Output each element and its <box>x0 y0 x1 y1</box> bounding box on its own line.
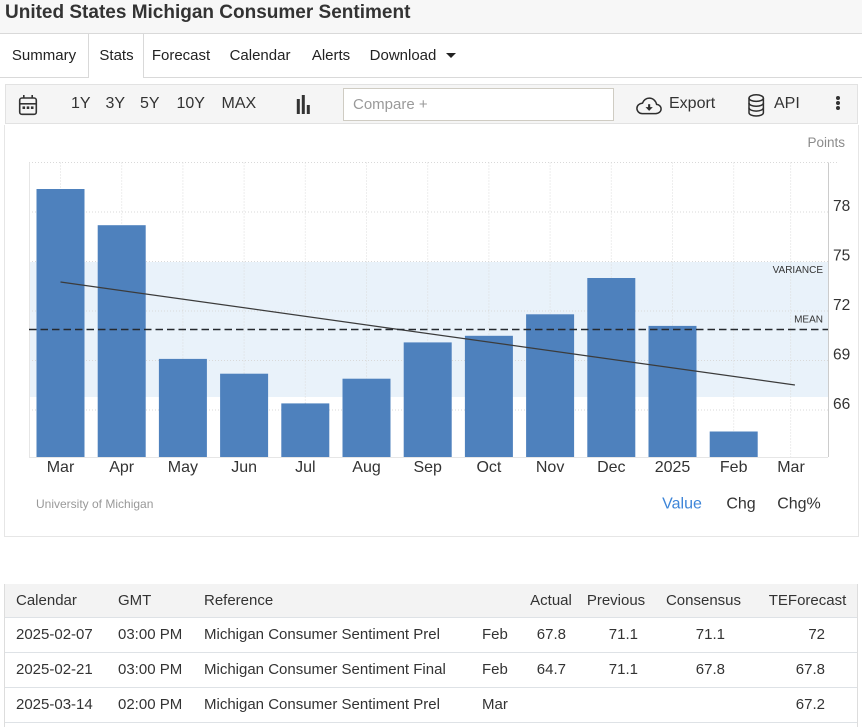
svg-text:Apr: Apr <box>109 459 135 476</box>
svg-text:Mar: Mar <box>777 459 805 476</box>
svg-text:May: May <box>168 459 198 476</box>
svg-text:Dec: Dec <box>597 459 625 476</box>
svg-text:VARIANCE: VARIANCE <box>773 265 824 276</box>
svg-text:MEAN: MEAN <box>794 315 823 326</box>
svg-text:Points: Points <box>807 135 845 150</box>
svg-text:2025: 2025 <box>655 459 691 476</box>
svg-text:Chg%: Chg% <box>777 496 821 513</box>
svg-text:Aug: Aug <box>352 459 380 476</box>
svg-text:University of Michigan: University of Michigan <box>36 497 153 511</box>
svg-text:69: 69 <box>833 347 850 364</box>
svg-text:66: 66 <box>833 396 850 413</box>
svg-text:Mar: Mar <box>47 459 75 476</box>
svg-text:Oct: Oct <box>476 459 501 476</box>
svg-text:Chg: Chg <box>726 496 755 513</box>
svg-text:Jul: Jul <box>295 459 315 476</box>
svg-text:Nov: Nov <box>536 459 564 476</box>
svg-text:78: 78 <box>833 198 850 215</box>
svg-text:75: 75 <box>833 248 850 265</box>
svg-text:Jun: Jun <box>231 459 257 476</box>
svg-text:Value: Value <box>662 496 702 513</box>
svg-text:72: 72 <box>833 297 850 314</box>
svg-text:Sep: Sep <box>413 459 442 476</box>
svg-text:Feb: Feb <box>720 459 748 476</box>
